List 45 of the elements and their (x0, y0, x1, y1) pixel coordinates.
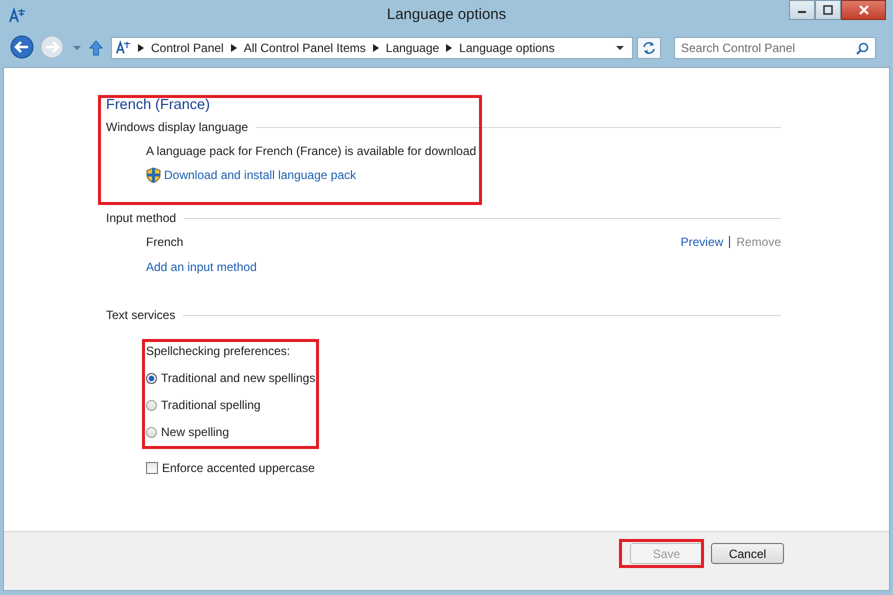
language-title: French (France) (106, 97, 211, 113)
language-icon (8, 6, 26, 24)
dialog-button[interactable]: Cancel (711, 543, 784, 564)
chevron-icon (372, 44, 379, 52)
refresh-icon (642, 41, 656, 55)
window-title: Language options (386, 6, 506, 23)
address-bar[interactable]: Control Panel All Control Panel Items Language Language options (111, 37, 633, 59)
radio-button[interactable] (146, 372, 157, 384)
shield-icon (146, 167, 161, 183)
radio-button[interactable] (146, 426, 157, 438)
close-icon (858, 4, 870, 16)
search-field[interactable]: Search Control Panel (674, 37, 876, 59)
checkbox[interactable] (146, 462, 158, 474)
close-button[interactable] (841, 0, 886, 20)
search-icon (856, 42, 869, 55)
section-heading: Windows display language (106, 120, 248, 134)
chevron-icon (138, 44, 144, 52)
chevron-icon (446, 44, 452, 52)
language-icon (115, 40, 131, 56)
info-message: A language pack for French (France) is available for download (146, 144, 478, 158)
spellcheck-label: Spellchecking preferences: (146, 344, 292, 358)
up-arrow-icon[interactable] (89, 40, 103, 56)
radio-option[interactable]: Traditional spelling (146, 398, 781, 412)
breadcrumb-item[interactable]: All Control Panel Items (244, 41, 366, 55)
input-method-name: French (146, 235, 184, 249)
section-heading: Input method (106, 211, 176, 225)
add-input-method-link[interactable]: Add an input method (146, 260, 257, 274)
checkbox-option[interactable]: Enforce accented uppercase (146, 461, 781, 475)
refresh-button[interactable] (637, 37, 661, 59)
radio-option[interactable]: New spelling (146, 425, 781, 439)
dropdown-caret-icon[interactable] (616, 45, 624, 51)
back-button[interactable] (9, 35, 35, 61)
radio-button[interactable] (146, 400, 157, 410)
maximize-button[interactable] (815, 0, 841, 20)
minimize-button[interactable] (789, 0, 815, 20)
breadcrumb-item[interactable]: Language (386, 41, 440, 55)
radio-option[interactable]: Traditional and new spellings (146, 371, 781, 385)
separator-bar (729, 236, 730, 248)
download-link[interactable]: Download and install language pack (164, 168, 356, 182)
chevron-icon (230, 44, 237, 52)
breadcrumb-item[interactable]: Control Panel (151, 41, 224, 55)
breadcrumb-item[interactable]: Language options (459, 41, 555, 55)
action-link[interactable]: Preview (680, 235, 724, 249)
maximize-icon (823, 5, 833, 15)
section-heading: Text services (106, 308, 176, 322)
